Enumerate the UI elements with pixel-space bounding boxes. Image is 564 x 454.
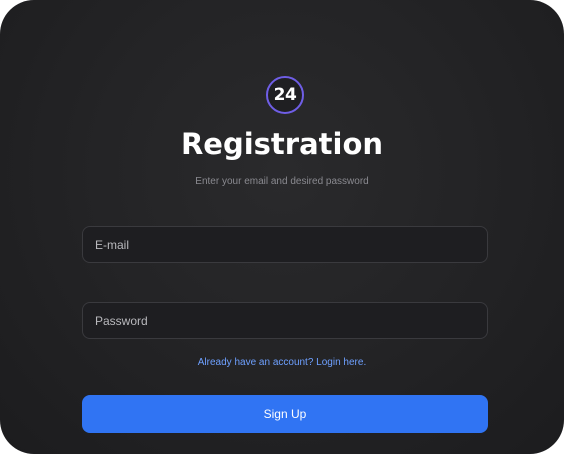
password-field[interactable] <box>82 302 488 339</box>
logo-text: 24 <box>273 84 297 105</box>
login-link-row: Already have an account? Login here. <box>0 356 564 370</box>
logo-badge: 24 <box>266 76 304 114</box>
sign-up-button[interactable]: Sign Up <box>82 395 488 433</box>
page-title: Registration <box>180 127 384 161</box>
registration-card: 24 Registration Enter your email and des… <box>0 0 564 454</box>
login-link[interactable]: Already have an account? Login here. <box>198 357 366 368</box>
email-field[interactable] <box>82 226 488 263</box>
page-subtitle: Enter your email and desired password <box>195 176 369 187</box>
